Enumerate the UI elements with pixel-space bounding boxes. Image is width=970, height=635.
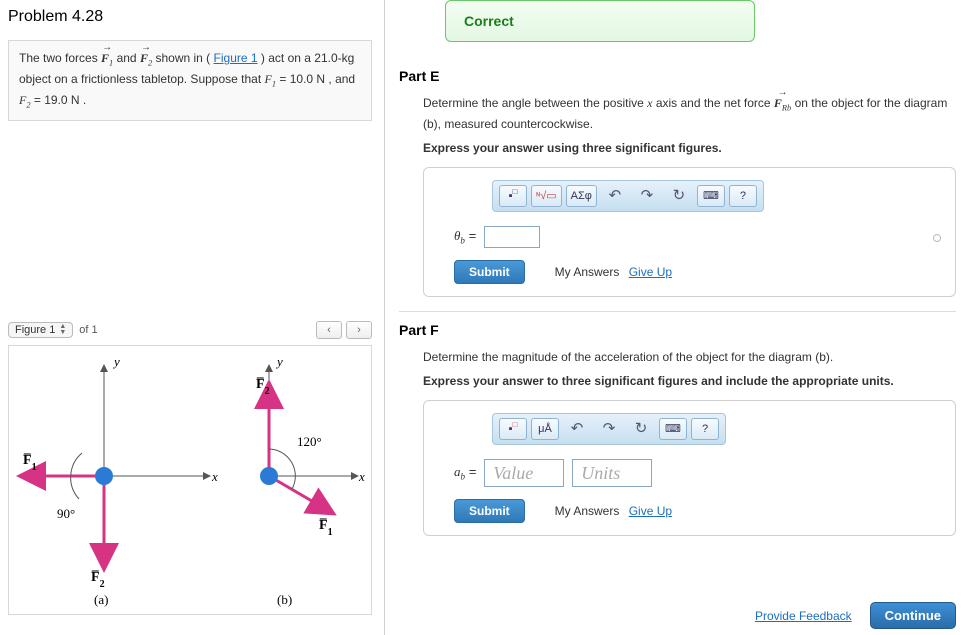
my-answers-label: My Answers	[555, 265, 620, 279]
redo-icon[interactable]: ↷	[633, 185, 661, 207]
label-a: (a)	[94, 592, 108, 607]
F2-b: F̅2	[256, 376, 270, 397]
submit-button-e[interactable]: Submit	[454, 260, 525, 284]
undo-icon[interactable]: ↶	[563, 418, 591, 440]
axis-y-a: y	[112, 354, 120, 369]
help-icon[interactable]: ?	[691, 418, 719, 440]
txt: The two forces	[19, 51, 101, 65]
template-icon[interactable]: ▪□	[499, 418, 527, 440]
greek-icon[interactable]: ΑΣφ	[566, 185, 597, 207]
stepper-icon: ▲▼	[59, 324, 66, 336]
part-f-question: Determine the magnitude of the accelerat…	[423, 348, 956, 366]
sqrt-icon[interactable]: ᶰ√▭	[531, 185, 562, 207]
continue-button[interactable]: Continue	[870, 602, 956, 629]
template-icon[interactable]: ▪□	[499, 185, 527, 207]
figure-label: Figure 1	[15, 324, 55, 336]
my-answers-label: My Answers	[555, 504, 620, 518]
txt: Determine the angle between the positive	[423, 96, 647, 110]
separator	[399, 311, 956, 312]
submit-button-f[interactable]: Submit	[454, 499, 525, 523]
equation-toolbar-e: ▪□ ᶰ√▭ ΑΣφ ↶ ↷ ↻ ⌨ ?	[492, 180, 764, 212]
reset-icon[interactable]: ↻	[627, 418, 655, 440]
part-e-instruction: Express your answer using three signific…	[423, 141, 722, 155]
problem-statement: The two forces F1 and F2 shown in ( Figu…	[8, 40, 372, 121]
txt: shown in (	[155, 51, 210, 65]
figure-next-button[interactable]: ›	[346, 321, 372, 339]
part-e-header: Part E	[399, 68, 956, 84]
label-b: (b)	[277, 592, 292, 607]
figure-canvas: y x 90° F̅1 F̅2 (a) y x	[8, 345, 372, 615]
answer-links-e: My Answers Give Up	[555, 263, 672, 281]
part-f-instruction: Express your answer to three significant…	[423, 374, 894, 388]
part-f-answer-block: ▪□ μÅ ↶ ↷ ↻ ⌨ ? ab = Value Units Submit …	[423, 400, 956, 536]
a-b-label: ab =	[454, 462, 476, 484]
theta-b-label: θb =	[454, 226, 476, 248]
txt: and	[117, 51, 140, 65]
txt: axis and the net force	[656, 96, 774, 110]
F1-a: F̅1	[23, 452, 37, 473]
x-var: x	[647, 96, 652, 110]
axis-x-a: x	[211, 469, 218, 484]
give-up-link-e[interactable]: Give Up	[629, 265, 672, 279]
value-input[interactable]: Value	[484, 459, 564, 487]
theta-b-input[interactable]	[484, 226, 540, 248]
F2-a: F̅2	[91, 569, 105, 590]
give-up-link-f[interactable]: Give Up	[629, 504, 672, 518]
figure-of: of 1	[79, 324, 97, 336]
angle-b: 120°	[297, 434, 322, 449]
part-f-header: Part F	[399, 322, 956, 338]
undo-icon[interactable]: ↶	[601, 185, 629, 207]
F1-b: F̅1	[319, 517, 333, 538]
correct-banner: Correct	[445, 0, 755, 42]
angle-a: 90°	[57, 506, 75, 521]
part-e-question: Determine the angle between the positive…	[423, 94, 956, 133]
txt: = 19.0 N .	[34, 93, 86, 107]
answer-links-f: My Answers Give Up	[555, 502, 672, 520]
units-input[interactable]: Units	[572, 459, 652, 487]
redo-icon[interactable]: ↷	[595, 418, 623, 440]
part-e-answer-block: ▪□ ᶰ√▭ ΑΣφ ↶ ↷ ↻ ⌨ ? θb = Submit My Answ…	[423, 167, 956, 297]
problem-title: Problem 4.28	[8, 8, 372, 26]
F2-val: F2	[19, 93, 31, 107]
vector-F1: F1	[101, 49, 113, 70]
keyboard-icon[interactable]: ⌨	[659, 418, 687, 440]
hint-badge[interactable]	[933, 234, 941, 242]
figure-link[interactable]: Figure 1	[214, 51, 258, 65]
equation-toolbar-f: ▪□ μÅ ↶ ↷ ↻ ⌨ ?	[492, 413, 726, 445]
keyboard-icon[interactable]: ⌨	[697, 185, 725, 207]
vector-F2: F2	[140, 49, 152, 70]
F1-val: F1	[265, 72, 277, 86]
units-format-icon[interactable]: μÅ	[531, 418, 559, 440]
help-icon[interactable]: ?	[729, 185, 757, 207]
figure-prev-button[interactable]: ‹	[316, 321, 342, 339]
axis-y-b: y	[275, 354, 283, 369]
provide-feedback-link[interactable]: Provide Feedback	[755, 609, 852, 623]
vector-FRb: FRb	[774, 94, 791, 115]
reset-icon[interactable]: ↻	[665, 185, 693, 207]
axis-x-b: x	[358, 469, 365, 484]
figure-select[interactable]: Figure 1 ▲▼	[8, 322, 73, 338]
txt: = 10.0 N , and	[279, 72, 355, 86]
